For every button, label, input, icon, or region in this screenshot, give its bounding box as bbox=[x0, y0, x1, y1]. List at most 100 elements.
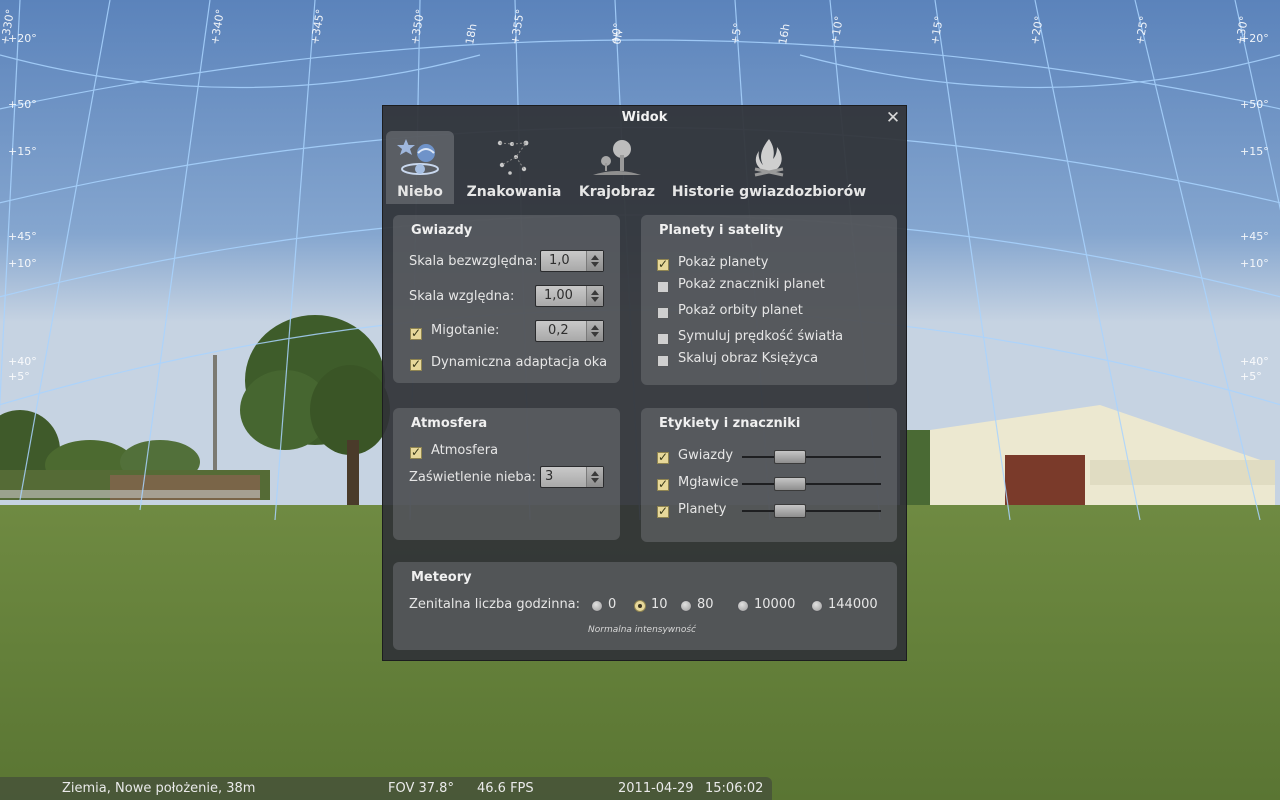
zhr-label: Zenitalna liczba godzinna: bbox=[409, 597, 581, 612]
planet-option-checkbox[interactable] bbox=[657, 307, 669, 319]
spin-arrows[interactable] bbox=[586, 286, 603, 306]
zhr-radio-label: 10 bbox=[651, 597, 668, 612]
label-option-checkbox[interactable] bbox=[657, 504, 669, 518]
grid-label-right: +15° bbox=[1240, 145, 1269, 158]
grid-label-top: 0h bbox=[610, 29, 625, 45]
zhr-radio-10000[interactable] bbox=[737, 600, 749, 612]
tab-markings-label: Znakowania bbox=[466, 184, 562, 200]
label-option-label: Gwiazdy bbox=[678, 448, 734, 463]
meteors-group-title: Meteory bbox=[411, 570, 472, 585]
sky-icon bbox=[397, 139, 439, 175]
grid-label-left: +10° bbox=[8, 257, 37, 270]
arrow-up-icon[interactable] bbox=[591, 290, 599, 295]
zhr-radio-144000[interactable] bbox=[811, 600, 823, 612]
light-pollution-spinbox[interactable]: 3 bbox=[540, 466, 604, 488]
arrow-up-icon[interactable] bbox=[591, 471, 599, 476]
grid-label-left: +5° bbox=[8, 370, 30, 383]
absolute-scale-spinbox[interactable]: 1,0 bbox=[540, 250, 604, 272]
tab-sky-label: Niebo bbox=[397, 184, 443, 200]
constellation-icon bbox=[497, 140, 529, 175]
relative-scale-value: 1,00 bbox=[544, 288, 573, 303]
atmosphere-checkbox[interactable] bbox=[410, 445, 422, 459]
spin-arrows[interactable] bbox=[586, 467, 603, 487]
planet-option-checkbox[interactable] bbox=[657, 355, 669, 367]
zhr-radio-80[interactable] bbox=[680, 600, 692, 612]
planet-option-checkbox[interactable] bbox=[657, 281, 669, 293]
close-icon[interactable]: ✕ bbox=[884, 109, 902, 127]
grid-label-left: +50° bbox=[8, 98, 37, 111]
labels-group-title: Etykiety i znaczniki bbox=[659, 416, 801, 431]
tab-star-lore-label: Historie gwiazdozbiorów bbox=[671, 184, 867, 200]
labels-group: Etykiety i znaczniki Gwiazdy Mgławice Plan… bbox=[641, 408, 897, 542]
campfire-icon bbox=[754, 139, 784, 177]
status-location: Ziemia, Nowe położenie, 38m bbox=[62, 781, 256, 796]
tab-sky[interactable]: Niebo bbox=[386, 131, 454, 204]
label-option-checkbox[interactable] bbox=[657, 477, 669, 491]
status-time: 15:06:02 bbox=[705, 781, 764, 796]
tab-markings[interactable]: Znakowania bbox=[461, 131, 567, 204]
zhr-radio-label: 80 bbox=[697, 597, 714, 612]
arrow-up-icon[interactable] bbox=[591, 255, 599, 260]
stars-group: Gwiazdy Skala bezwzględna: 1,0 Skala wzg… bbox=[393, 215, 620, 383]
planet-option-checkbox[interactable] bbox=[657, 333, 669, 345]
landscape-icon bbox=[593, 140, 641, 175]
arrow-down-icon[interactable] bbox=[591, 332, 599, 337]
label-amount-slider-handle[interactable] bbox=[774, 477, 806, 491]
tab-landscape-label: Krajobraz bbox=[578, 184, 656, 200]
spin-arrows[interactable] bbox=[586, 321, 603, 341]
label-amount-slider-track[interactable] bbox=[742, 510, 881, 512]
atmosphere-group: Atmosfera Atmosfera Zaświetlenie nieba: … bbox=[393, 408, 620, 540]
grid-label-right: +10° bbox=[1240, 257, 1269, 270]
tab-landscape[interactable]: Krajobraz bbox=[577, 131, 657, 204]
relative-scale-spinbox[interactable]: 1,00 bbox=[535, 285, 604, 307]
tab-star-lore[interactable]: Historie gwiazdozbiorów bbox=[671, 131, 867, 204]
planet-option-label: Pokaż planety bbox=[678, 255, 769, 270]
status-bar: Ziemia, Nowe położenie, 38m FOV 37.8° 46… bbox=[0, 777, 772, 800]
eye-adaptation-checkbox[interactable] bbox=[410, 357, 422, 371]
zhr-radio-10[interactable] bbox=[634, 600, 646, 612]
view-dialog: Widok ✕ Niebo Znakowania Krajobraz Histo… bbox=[382, 105, 907, 661]
status-fps: 46.6 FPS bbox=[477, 781, 534, 796]
twinkle-value: 0,2 bbox=[548, 323, 569, 338]
grid-label-left: +15° bbox=[8, 145, 37, 158]
planet-option-label: Skaluj obraz Księżyca bbox=[678, 351, 819, 366]
planets-group-title: Planety i satelity bbox=[659, 223, 784, 238]
label-option-label: Mgławice bbox=[678, 475, 739, 490]
twinkle-label: Migotanie: bbox=[431, 323, 500, 338]
dialog-titlebar[interactable]: Widok ✕ bbox=[383, 106, 906, 130]
spin-arrows[interactable] bbox=[586, 251, 603, 271]
atmosphere-label: Atmosfera bbox=[431, 443, 499, 458]
light-pollution-value: 3 bbox=[545, 469, 554, 484]
grid-label-left: +45° bbox=[8, 230, 37, 243]
arrow-down-icon[interactable] bbox=[591, 478, 599, 483]
planet-option-label: Symuluj prędkość światła bbox=[678, 329, 844, 344]
zhr-hint: Normalna intensywność bbox=[588, 625, 696, 635]
label-amount-slider-handle[interactable] bbox=[774, 450, 806, 464]
grid-label-right: +5° bbox=[1240, 370, 1262, 383]
label-amount-slider-track[interactable] bbox=[742, 483, 881, 485]
twinkle-checkbox[interactable] bbox=[410, 326, 422, 340]
planet-option-label: Pokaż orbity planet bbox=[678, 303, 803, 318]
label-amount-slider-track[interactable] bbox=[742, 456, 881, 458]
planet-option-checkbox[interactable] bbox=[657, 257, 669, 271]
arrow-down-icon[interactable] bbox=[591, 297, 599, 302]
absolute-scale-value: 1,0 bbox=[549, 253, 570, 268]
label-amount-slider-handle[interactable] bbox=[774, 504, 806, 518]
light-pollution-label: Zaświetlenie nieba: bbox=[409, 470, 537, 485]
tab-bar: Niebo Znakowania Krajobraz Historie gwia… bbox=[383, 130, 906, 205]
dialog-title: Widok bbox=[621, 110, 668, 125]
twinkle-spinbox[interactable]: 0,2 bbox=[535, 320, 604, 342]
stars-group-title: Gwiazdy bbox=[411, 223, 473, 238]
arrow-up-icon[interactable] bbox=[591, 325, 599, 330]
grid-label-right: +50° bbox=[1240, 98, 1269, 111]
status-date: 2011-04-29 bbox=[618, 781, 694, 796]
zhr-radio-label: 10000 bbox=[754, 597, 796, 612]
planets-group: Planety i satelity Pokaż planety Pokaż zn… bbox=[641, 215, 897, 385]
zhr-radio-label: 0 bbox=[608, 597, 617, 612]
label-option-checkbox[interactable] bbox=[657, 450, 669, 464]
grid-label-left: +40° bbox=[8, 355, 37, 368]
arrow-down-icon[interactable] bbox=[591, 262, 599, 267]
grid-label-right: +40° bbox=[1240, 355, 1269, 368]
zhr-radio-label: 144000 bbox=[828, 597, 878, 612]
zhr-radio-0[interactable] bbox=[591, 600, 603, 612]
